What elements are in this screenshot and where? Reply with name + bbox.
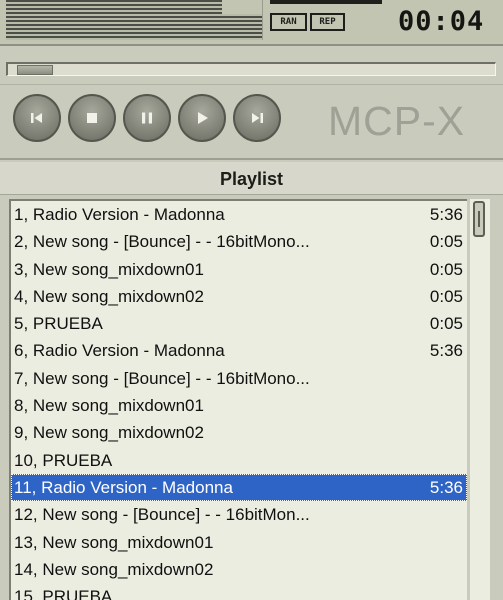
playlist-item-title: 6, Radio Version - Madonna [14,341,225,361]
playlist-item-title: 3, New song_mixdown01 [14,259,204,279]
playlist-item[interactable]: 8, New song_mixdown01 [11,392,467,419]
play-icon [198,112,208,124]
playlist-title: Playlist [0,162,503,195]
stop-button[interactable] [68,94,116,142]
playlist-item-title: 4, New song_mixdown02 [14,286,204,306]
playlist-item-duration: 0:05 [429,232,463,252]
playlist-item-title: 13, New song_mixdown01 [14,532,214,552]
playlist-item-title: 12, New song - [Bounce] - - 16bitMon... [14,505,310,525]
playlist-item-title: 10, PRUEBA [14,450,113,470]
playlist-item[interactable]: 13, New song_mixdown01 [11,529,467,556]
pause-icon [142,112,152,124]
playlist-item[interactable]: 6, Radio Version - Madonna 5:36 [11,337,467,364]
player-display: RAN REP 00:04 [0,0,503,46]
play-button[interactable] [178,94,226,142]
transport-controls: MCP-X [0,85,503,160]
skip-previous-icon [31,113,42,123]
playlist-item-title: 14, New song_mixdown02 [14,559,214,579]
playlist-item-title: 11, Radio Version - Madonna [14,477,233,497]
playlist-item-title: 7, New song - [Bounce] - - 16bitMono... [14,368,310,388]
playlist-item-title: 9, New song_mixdown02 [14,423,204,443]
playlist-item[interactable]: 15, PRUEBA [11,583,467,600]
playlist-item[interactable]: 5, PRUEBA 0:05 [11,310,467,337]
track-title-marquee [270,0,382,4]
playlist-item[interactable]: 11, Radio Version - Madonna 5:36 [11,473,467,502]
seek-thumb[interactable] [17,65,53,75]
playlist-item-duration: 5:36 [429,477,463,497]
playlist-item-title: 2, New song - [Bounce] - - 16bitMono... [14,232,310,252]
playlist-item-title: 8, New song_mixdown01 [14,396,204,416]
playlist-item[interactable]: 3, New song_mixdown01 0:05 [11,256,467,283]
playlist-item[interactable]: 9, New song_mixdown02 [11,419,467,446]
playlist-item-duration: 0:05 [429,286,463,306]
playlist-item[interactable]: 1, Radio Version - Madonna 5:36 [11,201,467,228]
pause-button[interactable] [123,94,171,142]
playlist-item-title: 15, PRUEBA [14,587,113,600]
playlist-item[interactable]: 2, New song - [Bounce] - - 16bitMono... 0… [11,228,467,255]
next-button[interactable] [233,94,281,142]
skip-next-icon [252,113,263,123]
playlist-item[interactable]: 14, New song_mixdown02 [11,556,467,583]
app-logo: MCP-X [328,98,466,144]
repeat-toggle[interactable]: REP [310,13,345,31]
playlist-item[interactable]: 4, New song_mixdown02 0:05 [11,283,467,310]
playlist[interactable]: 1, Radio Version - Madonna 5:36 2, New son… [9,199,467,600]
playlist-item[interactable]: 10, PRUEBA [11,447,467,474]
playlist-scrollbar[interactable] [470,199,490,600]
playlist-item-duration: 0:05 [429,314,463,334]
random-toggle[interactable]: RAN [270,13,307,31]
seek-bar[interactable] [6,62,496,76]
playlist-item[interactable]: 7, New song - [Bounce] - - 16bitMono... [11,365,467,392]
playlist-item-title: 5, PRUEBA [14,314,103,334]
stop-icon [87,113,97,123]
playlist-item-duration: 5:36 [429,205,463,224]
seek-area [0,52,503,85]
previous-button[interactable] [13,94,61,142]
playlist-item-duration: 5:36 [429,341,463,361]
playlist-item-title: 1, Radio Version - Madonna [14,205,225,224]
playlist-item[interactable]: 12, New song - [Bounce] - - 16bitMon... [11,501,467,528]
scrollbar-thumb[interactable] [473,201,485,237]
playlist-item-duration: 0:05 [429,259,463,279]
elapsed-time: 00:04 [398,6,485,37]
